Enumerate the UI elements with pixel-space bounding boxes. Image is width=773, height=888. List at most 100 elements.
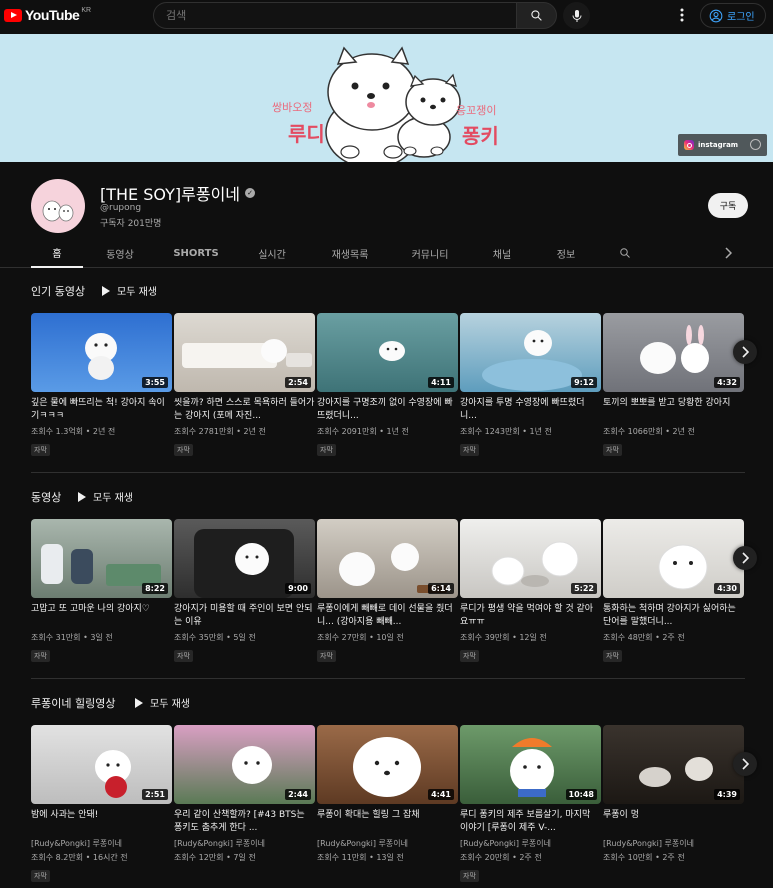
login-button[interactable]: 로그인 <box>700 3 766 28</box>
video-card[interactable]: 4:41 루퐁이 확대는 힐링 그 잡채 [Rudy&Pongki] 루퐁이네 … <box>317 725 458 863</box>
video-channel[interactable]: [Rudy&Pongki] 루퐁이네 <box>460 838 601 849</box>
search-input[interactable] <box>153 2 516 29</box>
video-card[interactable]: 4:32 토끼의 뽀뽀를 받고 당황한 강아지 조회수 1066만회 • 2년 … <box>603 313 744 456</box>
video-channel[interactable]: [Rudy&Pongki] 루퐁이네 <box>174 838 315 849</box>
video-meta: 조회수 12만회 • 7일 전 <box>174 853 256 862</box>
video-title[interactable]: 루퐁이에게 빼빼로 데이 선물을 줬더니... (강아지용 빼빼... <box>317 603 458 629</box>
video-title[interactable]: 깊은 물에 빠뜨리는 척! 강아지 속이기ㅋㅋㅋ <box>31 397 172 423</box>
video-title[interactable]: 강아지를 투명 수영장에 빠뜨렸더니... <box>460 397 601 423</box>
shelf-next-button[interactable] <box>733 752 757 776</box>
video-title[interactable]: 루퐁이 멍 <box>603 809 744 835</box>
video-channel[interactable]: [Rudy&Pongki] 루퐁이네 <box>317 838 458 849</box>
play-all-healing[interactable]: 모두 재생 <box>135 695 190 710</box>
video-duration: 9:00 <box>285 583 311 594</box>
video-thumbnail[interactable]: 3:55 <box>31 313 172 392</box>
play-all-videos[interactable]: 모두 재생 <box>78 489 133 504</box>
video-card[interactable]: 8:22 고맙고 또 고마운 나의 강아지♡ 조회수 31만회 • 3일 전 자… <box>31 519 172 662</box>
video-thumbnail[interactable]: 2:51 <box>31 725 172 804</box>
tab-live[interactable]: 실시간 <box>246 238 298 268</box>
caption-badge: 자막 <box>460 870 479 882</box>
video-thumbnail[interactable]: 4:39 <box>603 725 744 804</box>
video-title[interactable]: 루퐁이 확대는 힐링 그 잡채 <box>317 809 458 835</box>
channel-banner: 쌍바오정 루디 응꼬쟁이 퐁키 instagram <box>0 34 773 162</box>
banner-right-caption: 응꼬쟁이 <box>456 104 497 117</box>
channel-title: [THE SOY]루퐁이네 ✓ <box>100 181 256 205</box>
video-title[interactable]: 루디가 평생 약을 먹여야 할 것 같아요ㅠㅠ <box>460 603 601 629</box>
video-title[interactable]: 강아지가 미용할 때 주인이 보면 안되는 이유 <box>174 603 315 629</box>
video-card[interactable]: 4:11 강아지를 구명조끼 없이 수영장에 빠뜨렸더니... 조회수 2091… <box>317 313 458 456</box>
tab-community[interactable]: 커뮤니티 <box>400 238 460 268</box>
video-channel[interactable]: [Rudy&Pongki] 루퐁이네 <box>31 838 172 849</box>
video-title[interactable]: 토끼의 뽀뽀를 받고 당황한 강아지 <box>603 397 744 423</box>
banner-left-name: 루디 <box>288 122 325 146</box>
chevron-right-icon <box>742 552 749 564</box>
search-icon <box>531 10 542 21</box>
logo-region: KR <box>81 6 92 14</box>
tab-search[interactable] <box>612 238 638 268</box>
video-card[interactable]: 5:22 루디가 평생 약을 먹여야 할 것 같아요ㅠㅠ 조회수 39만회 • … <box>460 519 601 662</box>
caption-badge: 자막 <box>317 444 336 456</box>
video-card[interactable]: 2:51 밤에 사과는 안돼! [Rudy&Pongki] 루퐁이네 조회수 8… <box>31 725 172 882</box>
play-icon <box>135 697 143 708</box>
video-duration: 5:22 <box>571 583 597 594</box>
video-card[interactable]: 4:30 통화하는 척하며 강아지가 싫어하는 단어를 말했더니... 조회수 … <box>603 519 744 662</box>
video-thumbnail[interactable]: 2:44 <box>174 725 315 804</box>
video-thumbnail[interactable]: 9:12 <box>460 313 601 392</box>
tab-about[interactable]: 정보 <box>544 238 588 268</box>
video-thumbnail[interactable]: 9:00 <box>174 519 315 598</box>
video-thumbnail[interactable]: 4:30 <box>603 519 744 598</box>
voice-search-button[interactable] <box>563 2 590 29</box>
caption-badge: 자막 <box>31 870 50 882</box>
subscribe-button[interactable]: 구독 <box>708 193 748 218</box>
video-thumbnail[interactable]: 4:41 <box>317 725 458 804</box>
shelf-next-button[interactable] <box>733 340 757 364</box>
section-title-healing: 루퐁이네 힐링영상 <box>31 697 116 710</box>
video-channel[interactable]: [Rudy&Pongki] 루퐁이네 <box>603 838 744 849</box>
caption-badge: 자막 <box>174 444 193 456</box>
video-meta: 조회수 10만회 • 2주 전 <box>603 853 685 862</box>
video-thumbnail[interactable]: 6:14 <box>317 519 458 598</box>
video-duration: 2:51 <box>142 789 168 800</box>
play-all-label: 모두 재생 <box>150 699 190 710</box>
banner-right-name: 퐁키 <box>462 124 499 148</box>
video-card[interactable]: 10:48 루디 퐁키의 제주 보름살기, 마지막 이야기 [루퐁이 제주 V-… <box>460 725 601 882</box>
video-card[interactable]: 2:44 우리 같이 산책할까? [#43 BTS는 퐁키도 춤추게 한다 ..… <box>174 725 315 863</box>
video-title[interactable]: 루디 퐁키의 제주 보름살기, 마지막 이야기 [루퐁이 제주 V-... <box>460 809 601 835</box>
video-thumbnail[interactable]: 2:54 <box>174 313 315 392</box>
video-card[interactable]: 3:55 깊은 물에 빠뜨리는 척! 강아지 속이기ㅋㅋㅋ 조회수 1.3억회 … <box>31 313 172 456</box>
instagram-link[interactable]: instagram <box>678 134 767 156</box>
video-title[interactable]: 밤에 사과는 안돼! <box>31 809 172 835</box>
video-meta: 조회수 27만회 • 10일 전 <box>317 633 404 642</box>
video-card[interactable]: 9:00 강아지가 미용할 때 주인이 보면 안되는 이유 조회수 35만회 •… <box>174 519 315 662</box>
shelf-next-button[interactable] <box>733 546 757 570</box>
tab-playlists[interactable]: 재생목록 <box>320 238 380 268</box>
video-title[interactable]: 통화하는 척하며 강아지가 싫어하는 단어를 말했더니... <box>603 603 744 629</box>
search-button[interactable] <box>516 2 557 29</box>
video-card[interactable]: 4:39 루퐁이 멍 [Rudy&Pongki] 루퐁이네 조회수 10만회 •… <box>603 725 744 863</box>
video-meta: 조회수 1.3억회 • 2년 전 <box>31 427 116 436</box>
video-thumbnail[interactable]: 4:32 <box>603 313 744 392</box>
tab-home[interactable]: 홈 <box>31 238 83 268</box>
video-thumbnail[interactable]: 5:22 <box>460 519 601 598</box>
tab-videos[interactable]: 동영상 <box>94 238 146 268</box>
video-thumbnail[interactable]: 10:48 <box>460 725 601 804</box>
video-title[interactable]: 강아지를 구명조끼 없이 수영장에 빠뜨렸더니... <box>317 397 458 423</box>
play-all-label: 모두 재생 <box>93 493 133 504</box>
video-thumbnail[interactable]: 4:11 <box>317 313 458 392</box>
tab-shorts[interactable]: SHORTS <box>168 238 224 268</box>
tabs-next-button[interactable] <box>718 238 738 268</box>
more-vertical-icon <box>680 8 684 22</box>
banner-illustration <box>325 46 461 162</box>
video-title[interactable]: 우리 같이 산책할까? [#43 BTS는 퐁키도 춤추게 한다 ... <box>174 809 315 835</box>
play-all-popular[interactable]: 모두 재생 <box>102 283 157 298</box>
video-thumbnail[interactable]: 8:22 <box>31 519 172 598</box>
video-card[interactable]: 9:12 강아지를 투명 수영장에 빠뜨렸더니... 조회수 1243만회 • … <box>460 313 601 456</box>
video-card[interactable]: 6:14 루퐁이에게 빼빼로 데이 선물을 줬더니... (강아지용 빼빼...… <box>317 519 458 662</box>
more-options-button[interactable] <box>672 5 692 25</box>
youtube-logo[interactable]: YouTube KR <box>4 7 91 23</box>
tab-channels[interactable]: 채널 <box>480 238 524 268</box>
video-card[interactable]: 2:54 씻을까? 하면 스스로 목욕하러 들어가는 강아지 (포메 자진...… <box>174 313 315 456</box>
caption-badge: 자막 <box>317 650 336 662</box>
video-title[interactable]: 고맙고 또 고마운 나의 강아지♡ <box>31 603 172 629</box>
video-title[interactable]: 씻을까? 하면 스스로 목욕하러 들어가는 강아지 (포메 자진... <box>174 397 315 423</box>
